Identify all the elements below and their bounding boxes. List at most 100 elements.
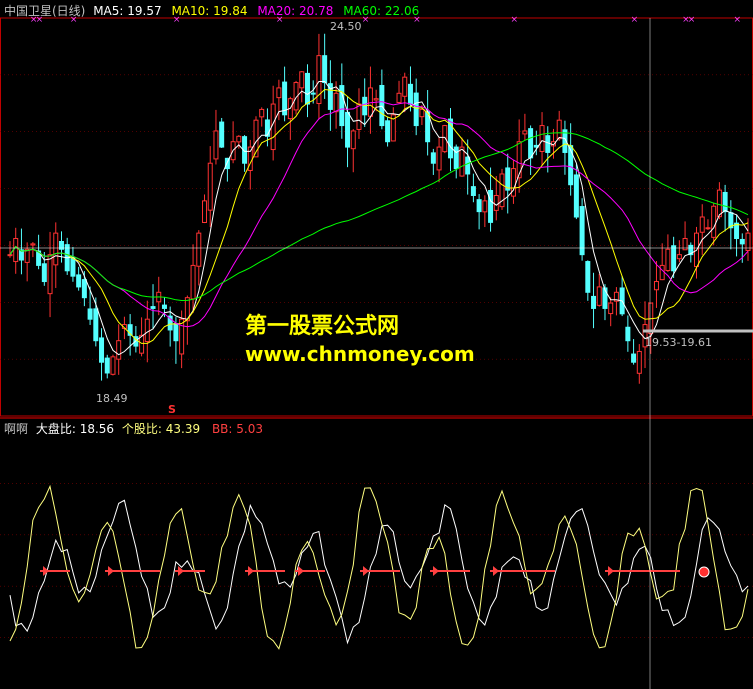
candle-body [104, 357, 110, 374]
candle-body [488, 189, 494, 223]
candle-body [596, 286, 602, 306]
watermark-title: 第一股票公式网 [245, 308, 399, 340]
candle-body [568, 145, 574, 186]
candle-body [373, 98, 379, 101]
candle-body [310, 92, 316, 95]
candle-body [150, 306, 156, 309]
candle-body [76, 274, 82, 288]
candle-body [259, 108, 265, 118]
signal-mark: × [631, 15, 639, 25]
candle-body [528, 128, 534, 159]
sub-panel-grid [0, 417, 753, 638]
candle-body [522, 130, 528, 135]
bb-arrow [493, 566, 499, 576]
candle-body [470, 186, 476, 196]
candle-body [350, 130, 356, 150]
candle-body [385, 120, 391, 143]
watermark-url: www.chnmoney.com [245, 342, 475, 366]
candle-body [631, 353, 637, 363]
candle-body [545, 135, 551, 153]
candle-body [436, 146, 442, 171]
candle-body [7, 254, 13, 257]
bb-arrow [363, 566, 369, 576]
watermark-line2: www.chnmoney.com [245, 342, 475, 366]
candle-body [276, 87, 282, 99]
candle-body [516, 141, 522, 179]
candle-body [304, 72, 310, 105]
candle-body [591, 295, 597, 309]
cursor-price-value: 19.53-19.61 [645, 336, 712, 349]
candle-body [53, 232, 59, 266]
gegubi-line [9, 484, 749, 650]
candle-body [539, 125, 545, 153]
bb-arrow [178, 566, 184, 576]
candle-body [585, 261, 591, 293]
candle-body [579, 206, 585, 256]
candle-body [196, 232, 202, 267]
candle-body [482, 200, 488, 213]
sell-signal-label: S [168, 403, 176, 416]
candle-body [110, 356, 116, 375]
candle-body [93, 308, 99, 342]
candle-body [413, 92, 419, 127]
candle-body [459, 146, 465, 177]
bb-arrow [298, 566, 304, 576]
candle-body [671, 245, 677, 272]
candle-body [173, 323, 179, 342]
candle-body [556, 119, 562, 140]
candle-body [41, 263, 47, 283]
candle-body [87, 308, 93, 320]
gegubi-label: 个股比: 43.39 [121, 422, 201, 436]
candle-body [407, 83, 413, 105]
candle-body [179, 318, 185, 355]
candle-body [322, 55, 328, 84]
candle-body [190, 264, 196, 300]
ma60-label: MA60: 22.06 [343, 4, 420, 18]
watermark-line1: 第一股票公式网 [245, 314, 400, 339]
low-price-value: 18.49 [96, 392, 128, 405]
candle-body [333, 92, 339, 113]
high-price-value: 24.50 [330, 20, 362, 33]
candle-body [573, 174, 579, 218]
candle-body [711, 205, 717, 238]
candle-body [722, 191, 728, 213]
dapanbi-label: 大盘比: 18.56 [35, 422, 115, 436]
candle-body [402, 76, 408, 97]
candle-body [219, 121, 225, 148]
candle-body [299, 71, 305, 89]
cursor-price-label: 19.53-19.61 [645, 336, 712, 349]
candle-body [161, 304, 167, 309]
ma20-line [9, 101, 749, 328]
candle-body [264, 119, 270, 137]
bb-arrow [433, 566, 439, 576]
candle-body [345, 111, 351, 148]
signal-mark: × [688, 15, 696, 25]
candle-body [144, 318, 150, 342]
bb-dot [698, 566, 710, 578]
candle-body [659, 264, 665, 281]
low-price-label: 18.49 [96, 392, 128, 405]
candle-body [739, 238, 745, 245]
candle-body [419, 108, 425, 118]
bb-arrow [248, 566, 254, 576]
signal-mark: × [734, 15, 742, 25]
candle-body [116, 340, 122, 360]
candle-body [493, 194, 499, 211]
sell-signal-value: S [168, 403, 176, 416]
sub-indicators [9, 484, 749, 650]
candle-body [207, 162, 213, 211]
candle-body [465, 156, 471, 175]
ma5-label: MA5: 19.57 [93, 4, 162, 18]
ma10-label: MA10: 19.84 [171, 4, 248, 18]
candle-body [13, 238, 19, 263]
candle-body [476, 199, 482, 213]
sub-header: 啊啊 大盘比: 18.56 个股比: 43.39 BB: 5.03 [4, 420, 263, 437]
candle-body [430, 152, 436, 164]
candle-body [356, 103, 362, 130]
ma10-line [9, 88, 749, 344]
candle-body [625, 326, 631, 342]
candle-body [213, 130, 219, 160]
candle-body [24, 248, 30, 263]
candle-body [379, 84, 385, 127]
candle-body [202, 200, 208, 223]
